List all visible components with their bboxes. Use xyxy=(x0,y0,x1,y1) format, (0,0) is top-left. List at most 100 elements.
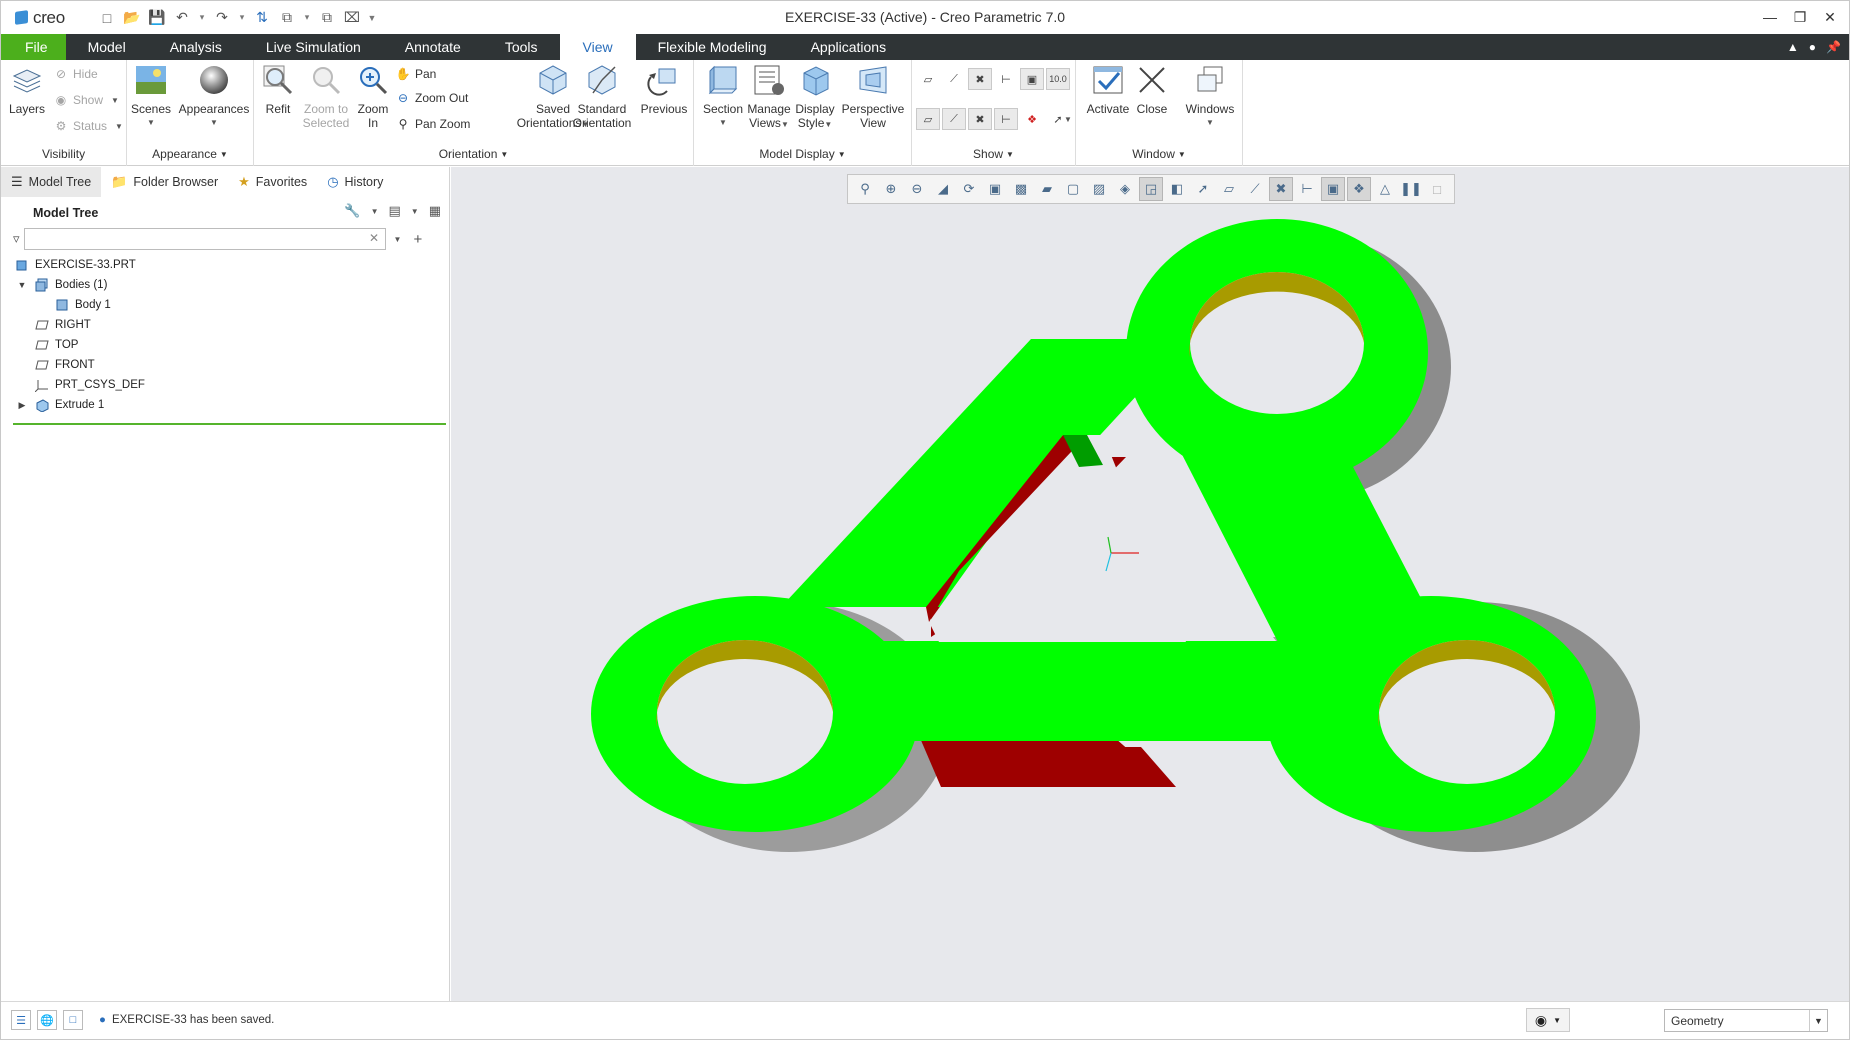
tree-filters-icon[interactable]: ▦ xyxy=(429,203,441,219)
plane-tag-icon[interactable]: ▱ xyxy=(916,108,940,130)
graphics-area[interactable]: ⚲ ⊕ ⊖ ◢ ⟳ ▣ ▩ ▰ ▢ ▨ ◈ ◲ ◧ ➚ ▱ ⟋ ✖ ⊢ ▣ ❖ … xyxy=(451,167,1849,1001)
appearances-button[interactable]: Appearances ▼ xyxy=(177,62,251,130)
tab-model[interactable]: Model xyxy=(66,34,148,60)
maximize-icon[interactable]: ❐ xyxy=(1787,5,1813,29)
tree-node-bodies[interactable]: ▼ Bodies (1) xyxy=(13,275,443,295)
tab-applications[interactable]: Applications xyxy=(789,34,909,60)
group-title-window[interactable]: Window ▼ xyxy=(1076,147,1242,161)
open-folder-icon[interactable]: 📂 xyxy=(122,8,142,28)
tree-node-right[interactable]: RIGHT xyxy=(13,315,443,335)
tree-node-part[interactable]: EXERCISE-33.PRT xyxy=(13,255,443,275)
close-window-button[interactable]: Close xyxy=(1132,62,1172,116)
pin-icon[interactable]: 📌 xyxy=(1826,40,1841,54)
previous-button[interactable]: Previous xyxy=(636,62,692,116)
tree-node-top[interactable]: TOP xyxy=(13,335,443,355)
settings-tools-icon[interactable]: 🔧 xyxy=(344,203,360,219)
display-style-button[interactable]: Display Style▼ xyxy=(794,62,836,132)
fullscreen-icon[interactable]: □ xyxy=(63,1010,83,1030)
scenes-button[interactable]: Scenes ▼ xyxy=(130,62,172,130)
group-orientation: Refit Zoom to Selected Zoom In ✋ Pan ⊖ Zoo… xyxy=(254,60,694,166)
group-title-orientation[interactable]: Orientation ▼ xyxy=(254,147,693,161)
plane-display-icon[interactable]: ▱ xyxy=(916,68,940,90)
show-menu-icon[interactable]: ▤ xyxy=(388,203,400,219)
perspective-view-button[interactable]: Perspective View xyxy=(840,62,906,130)
tab-model-tree[interactable]: ☰ Model Tree xyxy=(1,167,102,197)
standard-orientation-button[interactable]: Standard Orientation xyxy=(572,62,632,130)
add-icon[interactable]: + xyxy=(413,231,422,248)
minimize-icon[interactable]: — xyxy=(1757,5,1783,29)
tab-favorites[interactable]: ★ Favorites xyxy=(228,167,317,197)
find-button[interactable]: ◉ ▼ xyxy=(1526,1008,1570,1032)
group-title-appearance[interactable]: Appearance ▼ xyxy=(127,147,253,161)
clear-search-icon[interactable]: ✕ xyxy=(369,231,379,245)
pan-zoom-button[interactable]: ⚲ Pan Zoom xyxy=(395,116,471,132)
refit-button[interactable]: Refit xyxy=(258,62,298,116)
spin-center-icon[interactable]: ▣ xyxy=(1020,68,1044,90)
redo-dropdown-icon[interactable]: ▾ xyxy=(237,8,247,28)
chevron-down-icon[interactable]: ▼ xyxy=(371,207,379,216)
point-tag-icon[interactable]: ✖ xyxy=(968,108,992,130)
tree-node-body-1[interactable]: Body 1 xyxy=(13,295,443,315)
axis-display-icon[interactable]: ⟋ xyxy=(942,68,966,90)
navigator-toggle-icon[interactable]: ☰ xyxy=(11,1010,31,1030)
windows-button[interactable]: Windows ▼ xyxy=(1181,62,1239,130)
save-icon[interactable]: 💾 xyxy=(147,8,167,28)
close-window-icon[interactable]: ⧉ xyxy=(317,8,337,28)
tab-history[interactable]: ◷ History xyxy=(317,167,393,197)
tab-flexible-modeling[interactable]: Flexible Modeling xyxy=(636,34,789,60)
zoom-out-button[interactable]: ⊖ Zoom Out xyxy=(395,90,468,106)
collapse-ribbon-icon[interactable]: ▲ xyxy=(1787,40,1799,54)
regenerate-icon[interactable]: ⇅ xyxy=(252,8,272,28)
browser-toggle-icon[interactable]: 🌐 xyxy=(37,1010,57,1030)
tab-annotate[interactable]: Annotate xyxy=(383,34,483,60)
windows-dropdown-icon[interactable]: ▾ xyxy=(302,8,312,28)
undo-icon[interactable]: ↶ xyxy=(172,8,192,28)
csys-tag-icon[interactable]: ⊢ xyxy=(994,108,1018,130)
expanded-triangle-icon[interactable]: ▼ xyxy=(17,280,27,290)
redo-icon[interactable]: ↷ xyxy=(212,8,232,28)
group-title-model-display[interactable]: Model Display ▼ xyxy=(694,147,911,161)
pan-button[interactable]: ✋ Pan xyxy=(395,66,437,82)
selection-filter-select[interactable]: Geometry ▼ xyxy=(1664,1009,1828,1032)
search-dropdown-icon[interactable]: ▼ xyxy=(394,235,402,244)
tab-file[interactable]: File xyxy=(1,34,66,60)
model-tree-search-input[interactable] xyxy=(23,228,386,250)
zoom-to-selected-button[interactable]: Zoom to Selected xyxy=(298,62,354,130)
show-button[interactable]: ◉ Show ▼ xyxy=(53,92,119,108)
layers-button[interactable]: Layers xyxy=(7,62,47,116)
zoom-in-button[interactable]: Zoom In xyxy=(353,62,393,130)
chevron-down-icon[interactable]: ▼ xyxy=(411,207,419,216)
customize-qat-icon[interactable]: ▼ xyxy=(367,8,377,28)
tab-tools[interactable]: Tools xyxy=(483,34,560,60)
annotation-display-icon[interactable]: ❖ xyxy=(1020,108,1044,130)
collapsed-triangle-icon[interactable]: ▶ xyxy=(17,400,27,411)
status-button[interactable]: ⚙ Status ▼ xyxy=(53,118,123,134)
datum-tag-icon[interactable]: 10.0 xyxy=(1046,68,1070,90)
tree-node-front[interactable]: FRONT xyxy=(13,355,443,375)
undo-dropdown-icon[interactable]: ▾ xyxy=(197,8,207,28)
tab-analysis[interactable]: Analysis xyxy=(148,34,244,60)
tree-node-extrude-1[interactable]: ▶ Extrude 1 xyxy=(13,395,443,415)
filter-funnel-icon[interactable]: ▿ xyxy=(13,231,20,247)
inner-red-bottom xyxy=(941,747,1176,787)
section-button[interactable]: Section ▼ xyxy=(698,62,748,130)
windows-icon[interactable]: ⧉ xyxy=(277,8,297,28)
point-display-icon[interactable]: ✖ xyxy=(968,68,992,90)
tab-live-simulation[interactable]: Live Simulation xyxy=(244,34,383,60)
new-file-icon[interactable]: □ xyxy=(97,8,117,28)
close-all-icon[interactable]: ⌧ xyxy=(342,8,362,28)
manage-views-button[interactable]: Manage Views▼ xyxy=(744,62,794,132)
insert-here-indicator[interactable] xyxy=(13,423,446,425)
chevron-down-icon[interactable]: ▼ xyxy=(1064,115,1072,124)
group-title-show[interactable]: Show ▼ xyxy=(912,147,1075,161)
csys-display-icon[interactable]: ⊢ xyxy=(994,68,1018,90)
tab-view[interactable]: View xyxy=(559,34,636,60)
hide-button[interactable]: ⊘ Hide xyxy=(53,66,98,82)
help-icon[interactable]: ● xyxy=(1809,40,1816,54)
tree-node-csys[interactable]: PRT_CSYS_DEF xyxy=(13,375,443,395)
tab-folder-browser[interactable]: 📁 Folder Browser xyxy=(101,167,228,197)
close-icon[interactable]: ✕ xyxy=(1817,5,1843,29)
axis-tag-icon[interactable]: ⟋ xyxy=(942,108,966,130)
activate-button[interactable]: Activate xyxy=(1084,62,1132,116)
part-model-3d[interactable] xyxy=(451,167,1849,1001)
